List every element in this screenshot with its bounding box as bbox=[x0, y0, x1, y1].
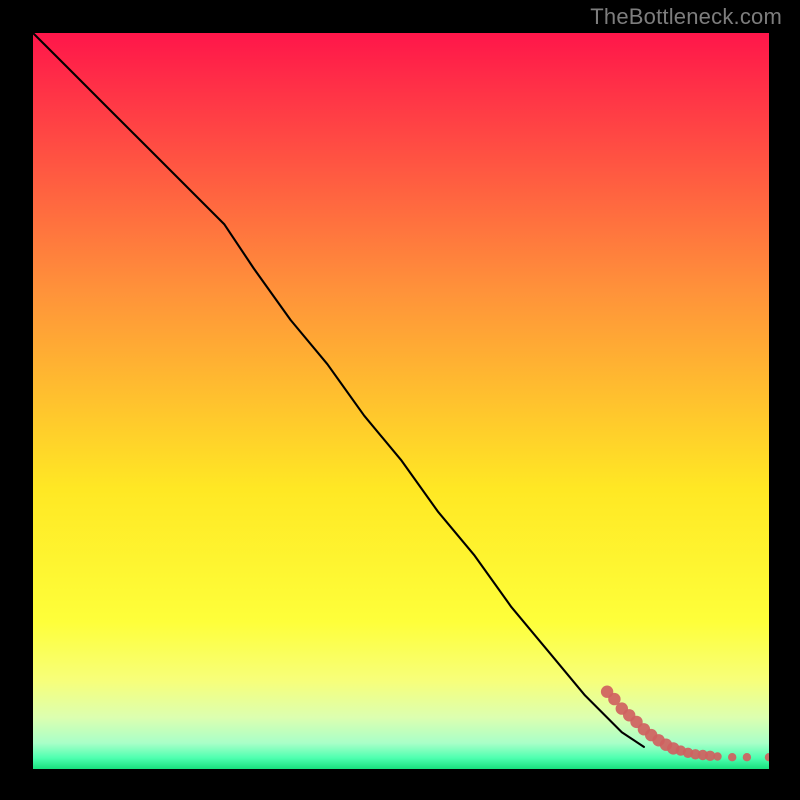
plot-svg bbox=[33, 33, 769, 769]
plot-area bbox=[33, 33, 769, 769]
chart-stage: TheBottleneck.com bbox=[0, 0, 800, 800]
tail-dot bbox=[713, 752, 721, 760]
watermark-text: TheBottleneck.com bbox=[590, 4, 782, 30]
tail-dot bbox=[743, 753, 751, 761]
tail-dot bbox=[728, 753, 736, 761]
